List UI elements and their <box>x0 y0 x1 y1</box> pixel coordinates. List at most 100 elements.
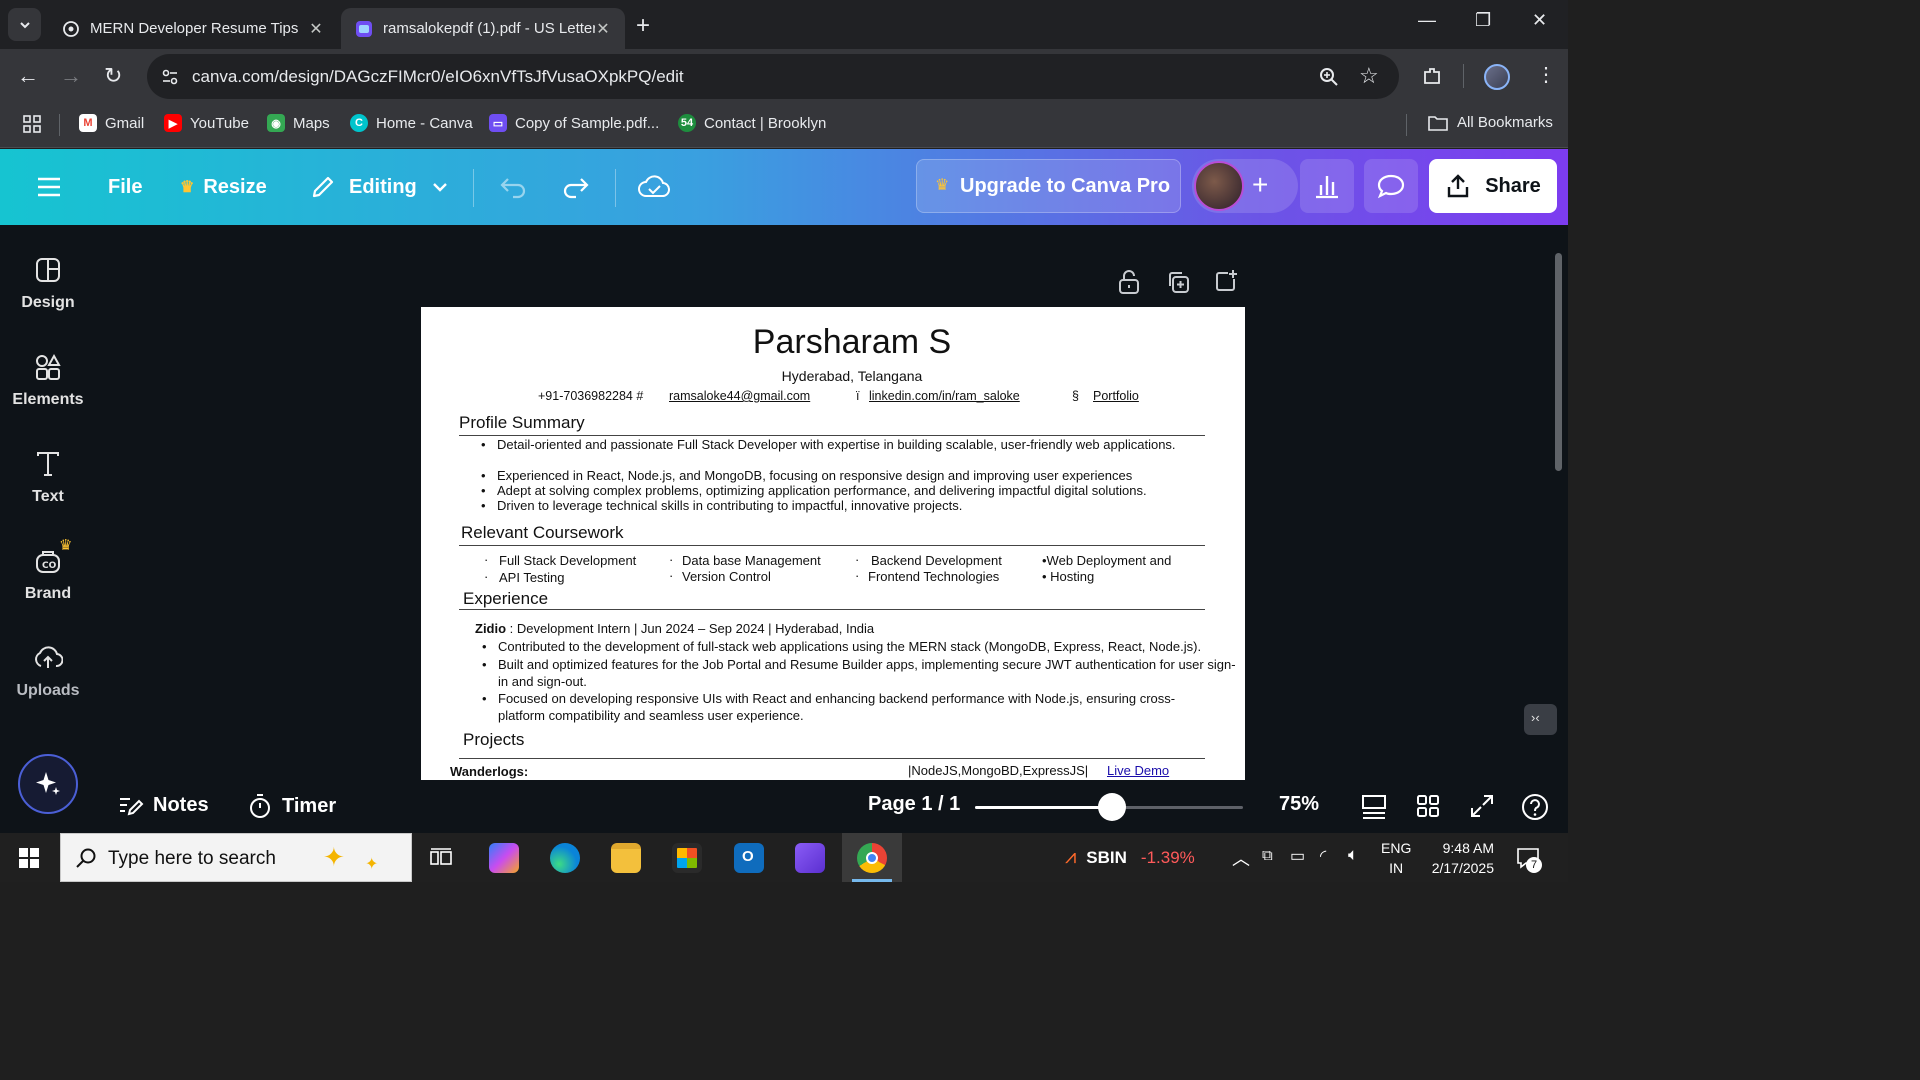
resume-name[interactable]: Parsharam S <box>421 323 1245 362</box>
restore-icon[interactable]: ❐ <box>1475 10 1491 31</box>
lock-icon[interactable] <box>1117 269 1141 295</box>
profile-avatar[interactable] <box>1484 64 1510 90</box>
meet-icon[interactable]: ⧉ <box>1262 847 1273 864</box>
editing-mode-dropdown[interactable]: Editing <box>310 149 449 225</box>
add-page-icon[interactable] <box>1214 269 1238 293</box>
profile-bullet[interactable]: Detail-oriented and passionate Full Stac… <box>481 437 1177 453</box>
help-icon[interactable] <box>1521 793 1549 821</box>
coursework-item[interactable]: Version Control <box>682 569 771 584</box>
tab-mern-resume-tips[interactable]: MERN Developer Resume Tips ✕ <box>48 8 338 49</box>
profile-bullet[interactable]: Driven to leverage technical skills in c… <box>481 498 1217 514</box>
new-tab-button[interactable]: + <box>636 12 650 40</box>
coursework-item[interactable]: Full Stack Development <box>499 553 636 568</box>
add-collaborator-icon[interactable]: + <box>1252 169 1268 201</box>
coursework-item[interactable]: Data base Management <box>682 553 821 568</box>
undo-button[interactable] <box>499 149 527 225</box>
coursework-item[interactable]: Backend Development <box>871 553 1002 568</box>
site-info-icon[interactable] <box>161 68 179 86</box>
experience-bullet[interactable]: Built and optimized features for the Job… <box>482 656 1243 690</box>
bookmark-youtube[interactable]: ▶ YouTube <box>164 114 249 132</box>
resume-phone[interactable]: +91-7036982284 # <box>538 389 643 403</box>
upgrade-to-pro-button[interactable]: ♛ Upgrade to Canva Pro <box>916 159 1181 213</box>
bookmark-gmail[interactable]: M Gmail <box>79 114 144 132</box>
address-bar[interactable]: canva.com/design/DAGczFIMcr0/eIO6xnVfTsJ… <box>147 54 1399 99</box>
bookmark-home-canva[interactable]: C Home - Canva <box>350 114 473 132</box>
page-view-icon[interactable] <box>1361 794 1387 820</box>
sidebar-item-text[interactable]: Text <box>0 450 96 506</box>
battery-icon[interactable]: ▭ <box>1290 846 1305 866</box>
collaborators-group[interactable]: + <box>1192 159 1298 213</box>
volume-icon[interactable]: 🔈︎ <box>1348 845 1358 865</box>
coursework-item[interactable]: Frontend Technologies <box>868 569 999 584</box>
resume-page-canvas[interactable]: Parsharam S Hyderabad, Telangana +91-703… <box>421 307 1245 780</box>
redo-button[interactable] <box>562 149 590 225</box>
close-tab-icon[interactable]: ✕ <box>308 19 324 39</box>
bookmark-contact-brooklyn[interactable]: 54 Contact | Brooklyn <box>678 114 826 132</box>
apps-grid-icon[interactable] <box>23 115 41 133</box>
duplicate-page-icon[interactable] <box>1166 270 1190 294</box>
extensions-icon[interactable] <box>1421 65 1443 87</box>
notification-center-button[interactable]: 7 <box>1516 847 1542 873</box>
zoom-level[interactable]: 75% <box>1279 793 1319 816</box>
project-name[interactable]: Wanderlogs: <box>450 764 528 779</box>
collapse-panel-button[interactable]: ›‹ <box>1524 704 1557 735</box>
clock[interactable]: 9:48 AM 2/17/2025 <box>1424 838 1494 878</box>
experience-header[interactable]: Zidio : Development Intern | Jun 2024 – … <box>475 621 874 636</box>
wifi-icon[interactable]: ◜ <box>1320 846 1326 866</box>
zoom-icon[interactable] <box>1319 67 1339 87</box>
notes-button[interactable]: Notes <box>118 793 209 817</box>
project-live-demo-link[interactable]: Live Demo <box>1107 763 1169 778</box>
edge-browser-icon[interactable] <box>550 843 580 873</box>
insights-button[interactable] <box>1300 159 1354 213</box>
windows-start-icon[interactable] <box>19 848 39 868</box>
sidebar-item-design[interactable]: Design <box>0 256 96 312</box>
close-tab-icon[interactable]: ✕ <box>595 19 611 39</box>
project-stack[interactable]: |NodeJS,MongoBD,ExpressJS| <box>908 763 1088 778</box>
bookmark-star-icon[interactable]: ☆ <box>1359 63 1379 89</box>
section-title-profile[interactable]: Profile Summary <box>459 413 585 433</box>
microsoft-store-icon[interactable] <box>672 843 702 873</box>
bookmark-maps[interactable]: ◉ Maps <box>267 114 330 132</box>
zoom-slider-handle[interactable] <box>1098 793 1126 821</box>
reload-icon[interactable]: ↻ <box>104 63 122 89</box>
resume-portfolio[interactable]: Portfolio <box>1093 389 1139 403</box>
task-view-icon[interactable] <box>430 847 452 869</box>
close-window-icon[interactable]: ✕ <box>1532 10 1547 31</box>
copilot-app-icon[interactable] <box>489 843 519 873</box>
section-title-projects[interactable]: Projects <box>463 730 524 750</box>
input-language[interactable]: ENG IN <box>1381 838 1411 878</box>
section-title-coursework[interactable]: Relevant Coursework <box>461 523 624 543</box>
chrome-menu-icon[interactable]: ⋮ <box>1536 62 1556 87</box>
outlook-icon[interactable]: O <box>734 843 764 873</box>
all-bookmarks[interactable]: All Bookmarks <box>1428 114 1553 131</box>
magic-ai-button[interactable] <box>18 754 78 814</box>
resume-location[interactable]: Hyderabad, Telangana <box>421 368 1245 384</box>
taskbar-search-box[interactable]: Type here to search ✦ ✦ <box>60 833 412 882</box>
sidebar-item-elements[interactable]: Elements <box>0 353 96 409</box>
coursework-item[interactable]: API Testing <box>499 570 565 585</box>
experience-bullet[interactable]: Focused on developing responsive UIs wit… <box>482 690 1213 724</box>
main-menu-icon[interactable] <box>36 149 62 225</box>
fullscreen-icon[interactable] <box>1470 794 1494 818</box>
show-hidden-icons-chevron[interactable]: ︿ <box>1232 845 1250 871</box>
resize-button[interactable]: ♛ Resize <box>180 149 267 225</box>
profile-bullet[interactable]: Experienced in React, Node.js, and Mongo… <box>481 468 1217 484</box>
comments-button[interactable] <box>1364 159 1418 213</box>
canvas-scrollbar[interactable] <box>1555 253 1562 471</box>
page-indicator[interactable]: Page 1 / 1 <box>868 793 960 816</box>
chrome-taskbar-button[interactable] <box>842 833 902 882</box>
minimize-icon[interactable]: — <box>1418 10 1436 31</box>
back-arrow-icon[interactable]: ← <box>17 63 39 89</box>
bookmark-copy-of-sample[interactable]: ▭ Copy of Sample.pdf... <box>489 114 659 132</box>
share-button[interactable]: Share <box>1429 159 1557 213</box>
grid-view-icon[interactable] <box>1416 794 1440 818</box>
sidebar-item-uploads[interactable]: Uploads <box>0 644 96 700</box>
clipchamp-icon[interactable] <box>795 843 825 873</box>
cloud-save-status[interactable] <box>638 149 670 225</box>
coursework-item[interactable]: •Web Deployment and <box>1042 553 1171 568</box>
sidebar-item-brand[interactable]: CO Brand <box>0 547 96 603</box>
forward-arrow-icon[interactable]: → <box>60 63 82 89</box>
tab-ramsaloke-pdf[interactable]: ramsalokepdf (1).pdf - US Letter ✕ <box>341 8 625 49</box>
file-explorer-icon[interactable] <box>611 843 641 873</box>
user-avatar[interactable] <box>1194 161 1244 211</box>
